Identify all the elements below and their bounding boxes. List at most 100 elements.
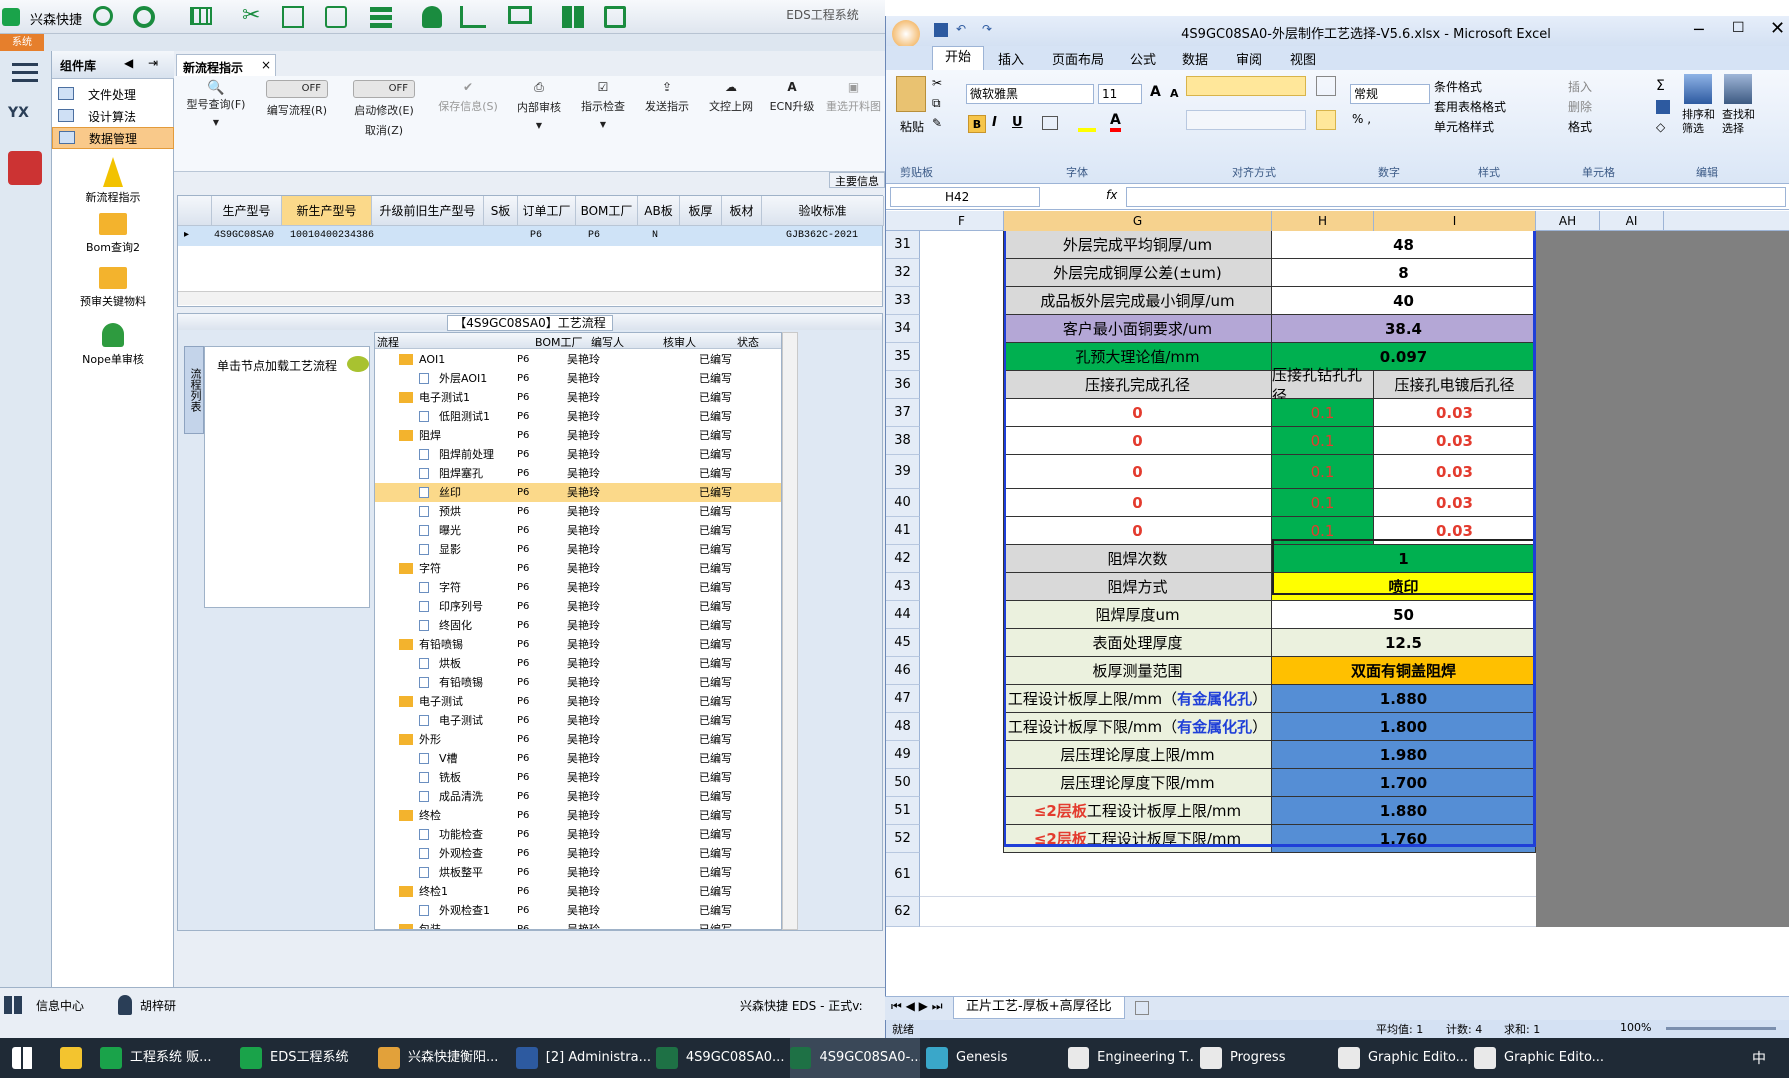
tool-bom-query[interactable]: Bom查询2 — [52, 211, 174, 261]
tab-insert[interactable]: 插入 — [998, 49, 1024, 68]
column-header[interactable]: 编写人 — [591, 334, 624, 350]
sheet-cell[interactable]: 0.1 — [1272, 489, 1374, 517]
grid-column-header[interactable]: 新生产型号 — [282, 196, 372, 226]
column-header-f[interactable]: F — [920, 211, 1004, 231]
flow-tree-row[interactable]: 外层AOI1 P6 吴艳玲 已编写 — [375, 369, 781, 388]
grid-column-header[interactable]: 板厚 — [680, 196, 722, 226]
row-header[interactable]: 61 — [886, 853, 920, 897]
row-header[interactable]: 35 — [886, 343, 920, 371]
sheet-cell[interactable]: 1.760 — [1272, 825, 1536, 853]
flow-tree-row[interactable]: 字符 P6 吴艳玲 已编写 — [375, 578, 781, 597]
sheet-cell[interactable]: 外层完成铜厚公差(±um) — [1004, 259, 1272, 287]
grow-font-icon[interactable]: A — [1150, 84, 1161, 100]
sheet-cell[interactable]: 工程设计板厚上限/mm（有金属化孔） — [1004, 685, 1272, 713]
toolbox-icon[interactable] — [8, 151, 42, 185]
tab-view[interactable]: 视图 — [1290, 49, 1316, 68]
sheet-cell[interactable]: 12.5 — [1272, 629, 1536, 657]
scissors-icon[interactable]: ✂ — [242, 4, 260, 28]
flow-tree-row[interactable]: 成品清洗 P6 吴艳玲 已编写 — [375, 787, 781, 806]
grid-column-header[interactable]: AB板 — [638, 196, 680, 226]
tool-nope-review[interactable]: Nope单审核 — [52, 321, 174, 371]
grid-column-header[interactable]: 生产型号 — [212, 196, 282, 226]
underline-icon[interactable]: U — [1012, 115, 1023, 130]
column-header-i[interactable]: I — [1374, 211, 1536, 231]
paste-icon[interactable] — [896, 76, 926, 112]
conditional-format-button[interactable]: 条件格式 — [1434, 78, 1482, 95]
sheet-cell[interactable]: 0.03 — [1374, 455, 1536, 489]
row-header[interactable]: 37 — [886, 399, 920, 427]
flow-tree-row[interactable]: 铣板 P6 吴艳玲 已编写 — [375, 768, 781, 787]
sheet-cell[interactable]: 阻焊方式 — [1004, 573, 1272, 601]
flow-side-tab[interactable]: 流程列表 — [184, 346, 204, 434]
row-header[interactable]: 46 — [886, 657, 920, 685]
taskbar-item[interactable]: 4S9GC08SA0... — [656, 1038, 784, 1078]
row-header[interactable]: 39 — [886, 455, 920, 489]
cancel-label[interactable]: 取消(Z) — [365, 122, 403, 138]
sheet-cell[interactable]: 成品板外层完成最小铜厚/um — [1004, 287, 1272, 315]
user-icon[interactable] — [422, 6, 442, 28]
undo-icon[interactable]: ↶ — [956, 22, 966, 36]
flow-tree-row[interactable]: V槽 P6 吴艳玲 已编写 — [375, 749, 781, 768]
bold-icon[interactable]: B — [968, 115, 986, 133]
film-icon[interactable] — [282, 6, 304, 28]
formula-input[interactable] — [1126, 187, 1786, 207]
row-header[interactable]: 43 — [886, 573, 920, 601]
taskbar-item[interactable]: EDS工程系统 — [240, 1038, 372, 1078]
copy-icon[interactable] — [325, 6, 347, 28]
sort-filter-icon[interactable] — [1684, 74, 1712, 104]
flow-tree-row[interactable]: 阻焊前处理 P6 吴艳玲 已编写 — [375, 445, 781, 464]
flow-tree-row[interactable]: 有铅喷锡 P6 吴艳玲 已编写 — [375, 673, 781, 692]
reselect-cut-button[interactable]: ▣ 重选开料图 — [822, 80, 885, 114]
number-format-select[interactable]: 常规 — [1350, 84, 1430, 104]
grid-column-header[interactable]: S板 — [484, 196, 518, 226]
column-header-ah[interactable]: AH — [1536, 211, 1600, 231]
taskbar-item[interactable]: Progress — [1200, 1038, 1332, 1078]
fill-color-icon[interactable] — [1078, 114, 1096, 132]
sheet-cell[interactable]: 工程设计板厚下限/mm（有金属化孔） — [1004, 713, 1272, 741]
sheet-cell[interactable]: 压接孔完成孔径 — [1004, 371, 1272, 399]
toggle-switch[interactable]: OFF — [266, 80, 328, 98]
tab-data[interactable]: 数据 — [1182, 49, 1208, 68]
table-icon[interactable] — [190, 7, 212, 25]
sheet-cell[interactable]: 1.980 — [1272, 741, 1536, 769]
name-box[interactable]: H42 — [890, 187, 1040, 207]
tool-new-flow[interactable]: 新流程指示 — [52, 155, 174, 209]
minimize-icon[interactable]: ─ — [1694, 20, 1704, 39]
save-icon[interactable] — [934, 23, 948, 37]
sidebar-item-data-management[interactable]: 数据管理 — [52, 127, 174, 149]
table-row[interactable]: ▸ 4S9GC08SA0 10010400234386 P6 P6 N GJB3… — [178, 226, 882, 246]
sidebar-item-file[interactable]: 文件处理 — [52, 83, 174, 105]
row-header[interactable]: 42 — [886, 545, 920, 573]
align-horizontal-group[interactable] — [1186, 110, 1306, 130]
sheet-cell-f[interactable] — [920, 825, 1004, 853]
sheet-cell[interactable]: 0 — [1004, 455, 1272, 489]
find-select-button[interactable]: 查找和选择 — [1722, 108, 1762, 136]
column-header-ai[interactable]: AI — [1600, 211, 1664, 231]
row-header[interactable]: 52 — [886, 825, 920, 853]
ime-indicator[interactable]: 中 — [1752, 1048, 1766, 1068]
yx-logo-icon[interactable]: YX — [8, 105, 42, 135]
sheet-cell-f[interactable] — [920, 259, 1004, 287]
row-header[interactable]: 50 — [886, 769, 920, 797]
sheet-cell-f[interactable] — [920, 545, 1004, 573]
pin-icon[interactable]: ⇥ — [148, 56, 158, 70]
flow-tree-row[interactable]: 阻焊塞孔 P6 吴艳玲 已编写 — [375, 464, 781, 483]
sheet-cell-f[interactable] — [920, 797, 1004, 825]
sheet-cell[interactable]: 喷印 — [1272, 573, 1536, 601]
model-query-button[interactable]: 🔍 型号查询(F) ▼ — [180, 80, 252, 127]
flow-tree-row[interactable]: 丝印 P6 吴艳玲 已编写 — [375, 483, 781, 502]
sheet-cell-f[interactable] — [920, 517, 1004, 545]
ecn-upgrade-button[interactable]: A ECN升级 — [762, 80, 822, 114]
collapse-left-icon[interactable]: ◀ — [124, 56, 133, 70]
sheet-cell[interactable]: 双面有铜盖阻焊 — [1272, 657, 1536, 685]
sheet-cell-f[interactable] — [920, 713, 1004, 741]
row-header[interactable]: 40 — [886, 489, 920, 517]
insert-function-icon[interactable]: fx — [1106, 188, 1117, 202]
sheet-cell[interactable]: 0 — [1004, 489, 1272, 517]
row-header[interactable]: 36 — [886, 371, 920, 399]
sheet-cell[interactable]: 0 — [1004, 399, 1272, 427]
grid-horizontal-scrollbar[interactable] — [178, 291, 882, 305]
column-header-g[interactable]: G — [1004, 211, 1272, 231]
tab-new-flow[interactable]: 新流程指示 × — [176, 54, 276, 76]
sheet-cell[interactable]: 0.03 — [1374, 489, 1536, 517]
